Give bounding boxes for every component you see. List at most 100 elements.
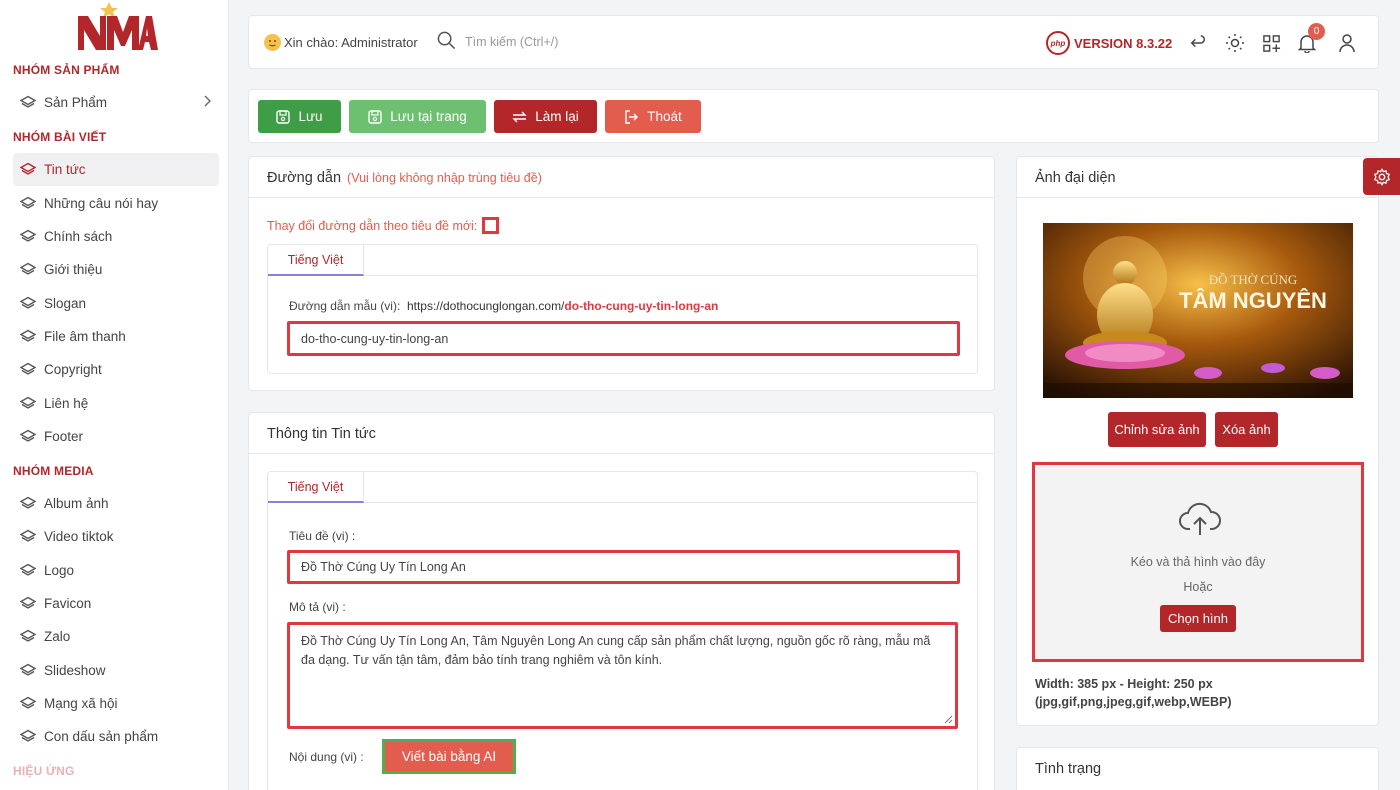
top-header: Xin chào: Administrator Tìm kiếm (Ctrl+/…: [248, 15, 1379, 69]
layers-icon: [19, 495, 37, 513]
news-info-card: Thông tin Tin tức Tiếng Việt Tiêu đề (vi…: [248, 412, 995, 790]
sidebar-item[interactable]: Tin tức: [13, 153, 219, 186]
sidebar-item-label: Slideshow: [44, 663, 106, 678]
title-input[interactable]: Đồ Thờ Cúng Uy Tín Long An: [287, 550, 960, 584]
title-field-label: Tiêu đề (vi) :: [289, 529, 356, 543]
layers-icon: [19, 295, 37, 313]
sidebar-item[interactable]: Liên hệ: [13, 387, 219, 420]
description-text: Đồ Thờ Cúng Uy Tín Long An, Tâm Nguyên L…: [301, 634, 931, 667]
image-caption-line1: ĐỒ THỜ CÚNG: [1209, 272, 1298, 287]
sidebar-item-label: Video tiktok: [44, 529, 114, 544]
image-size-info: Width: 385 px - Height: 250 px (jpg,gif,…: [1035, 675, 1232, 711]
sidebar-item-label: Tin tức: [44, 162, 86, 177]
layers-icon: [19, 161, 37, 179]
php-icon: php: [1046, 31, 1070, 55]
layers-icon: [19, 628, 37, 646]
layers-icon: [19, 662, 37, 680]
or-text: Hoặc: [1183, 580, 1213, 594]
sidebar-item[interactable]: Sản Phẩm: [13, 86, 219, 119]
layers-icon: [19, 528, 37, 546]
sidebar-item[interactable]: Footer: [13, 420, 219, 453]
sidebar-item[interactable]: Favicon: [13, 587, 219, 620]
sidebar-item[interactable]: Zalo: [13, 620, 219, 653]
sidebar-item-label: Zalo: [44, 629, 71, 644]
chevron-right-icon: [203, 95, 211, 110]
sample-url-slug: do-tho-cung-uy-tin-long-an: [564, 299, 719, 313]
exit-label: Thoát: [647, 109, 682, 124]
sidebar-item[interactable]: Album ảnh: [13, 487, 219, 520]
status-card: Tình trạng: [1016, 747, 1379, 790]
sidebar-group-media: NHÓM MEDIA: [13, 464, 94, 478]
resize-handle-icon[interactable]: [944, 715, 953, 724]
apps-icon[interactable]: [1259, 31, 1283, 55]
content-field-label: Nội dung (vi) :: [289, 750, 364, 764]
sidebar-item[interactable]: Copyright: [13, 353, 219, 386]
divider: [249, 453, 994, 454]
sidebar-item[interactable]: Slogan: [13, 287, 219, 320]
sidebar-item-label: Album ảnh: [44, 496, 109, 511]
image-size-text: Width: 385 px - Height: 250 px: [1035, 677, 1213, 691]
sidebar-item-label: Con dấu sản phẩm: [44, 729, 159, 744]
layers-icon: [19, 595, 37, 613]
change-slug-row: Thay đổi đường dẫn theo tiêu đề mới:: [267, 217, 500, 234]
image-card-title: Ảnh đại diện: [1035, 170, 1116, 186]
delete-image-button[interactable]: Xóa ảnh: [1215, 412, 1278, 447]
greeting-text: Xin chào: Administrator: [284, 35, 418, 50]
sidebar-item[interactable]: Giới thiệu: [13, 253, 219, 286]
sidebar-item-label: Giới thiệu: [44, 262, 103, 277]
slug-title-text: Đường dẫn: [267, 170, 342, 186]
save-button[interactable]: Lưu: [258, 100, 341, 133]
status-card-title: Tình trạng: [1035, 761, 1102, 777]
layers-icon: [19, 395, 37, 413]
sidebar-item[interactable]: Con dấu sản phẩm: [13, 720, 219, 753]
layers-icon: [19, 328, 37, 346]
sidebar-group-products: NHÓM SẢN PHẨM: [13, 63, 120, 77]
sidebar-item-label: Footer: [44, 429, 84, 444]
return-icon[interactable]: [1186, 31, 1210, 55]
image-dropzone[interactable]: Kéo và thả hình vào đây Hoặc Chọn hình: [1032, 462, 1364, 662]
layers-icon: [19, 361, 37, 379]
settings-button[interactable]: [1363, 158, 1400, 195]
sidebar-item[interactable]: Những câu nói hay: [13, 187, 219, 220]
reset-button[interactable]: Làm lại: [494, 100, 597, 133]
featured-image: ĐỒ THỜ CÚNG TÂM NGUYÊN: [1043, 223, 1353, 398]
tab-line: [364, 275, 977, 276]
tab-vietnamese[interactable]: Tiếng Việt: [268, 472, 364, 503]
ai-write-button[interactable]: Viết bài bằng AI: [382, 739, 516, 774]
tab-vietnamese[interactable]: Tiếng Việt: [268, 245, 364, 276]
desc-field-label: Mô tả (vi) :: [289, 600, 346, 614]
slug-input[interactable]: do-tho-cung-uy-tin-long-an: [287, 321, 960, 356]
change-slug-checkbox[interactable]: [482, 217, 500, 234]
user-icon[interactable]: [1335, 31, 1359, 55]
brand-logo[interactable]: [76, 2, 158, 52]
divider: [249, 197, 994, 198]
sidebar-group-posts: NHÓM BÀI VIẾT: [13, 130, 107, 144]
swap-icon: [512, 111, 527, 122]
logout-icon: [625, 109, 639, 124]
sidebar-item[interactable]: Chính sách: [13, 220, 219, 253]
exit-button[interactable]: Thoát: [605, 100, 701, 133]
layers-icon: [19, 728, 37, 746]
php-version: php VERSION 8.3.22: [1046, 31, 1172, 55]
sidebar-item[interactable]: Video tiktok: [13, 520, 219, 553]
sidebar-item[interactable]: Mạng xã hội: [13, 687, 219, 720]
sidebar-item[interactable]: Slideshow: [13, 654, 219, 687]
sun-icon[interactable]: [1223, 31, 1247, 55]
sample-url-base: https://dothocunglongan.com/: [406, 299, 565, 313]
sidebar-item-label: Sản Phẩm: [44, 95, 108, 110]
description-textarea[interactable]: Đồ Thờ Cúng Uy Tín Long An, Tâm Nguyên L…: [287, 622, 958, 729]
search-box[interactable]: Tìm kiếm (Ctrl+/): [437, 31, 558, 53]
choose-image-button[interactable]: Chọn hình: [1160, 605, 1236, 632]
notification-badge: 0: [1308, 23, 1325, 40]
slug-card-title: Đường dẫn (Vui lòng không nhập trùng tiêu…: [267, 170, 542, 186]
floppy-icon: [276, 109, 291, 124]
save-stay-button[interactable]: Lưu tại trang: [349, 100, 486, 133]
bell-icon[interactable]: 0: [1295, 23, 1325, 55]
info-lang-panel: Tiếng Việt Tiêu đề (vi) : Đồ Thờ Cúng Uy…: [267, 471, 978, 790]
sidebar-item-label: Logo: [44, 563, 75, 578]
edit-image-button[interactable]: Chỉnh sửa ảnh: [1108, 412, 1206, 447]
sidebar-item[interactable]: File âm thanh: [13, 320, 219, 353]
sidebar-item[interactable]: Logo: [13, 554, 219, 587]
gear-icon: [1373, 167, 1390, 186]
action-toolbar: Lưu Lưu tại trang Làm lại Thoát: [248, 89, 1379, 143]
